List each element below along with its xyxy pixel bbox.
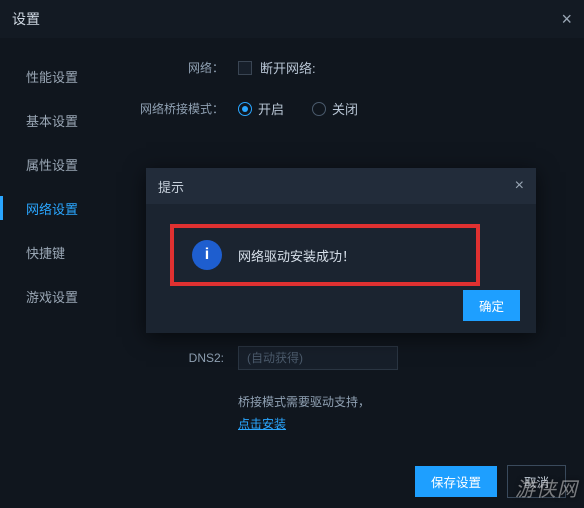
checkbox-icon bbox=[238, 61, 252, 75]
modal-message: 网络驱动安装成功！ bbox=[238, 246, 355, 265]
sidebar-item-label: 性能设置 bbox=[26, 67, 78, 86]
sidebar-item-performance[interactable]: 性能设置 bbox=[0, 54, 128, 98]
row-dns2: DNS2: bbox=[138, 346, 556, 370]
info-modal: 提示 × i 网络驱动安装成功！ 确定 bbox=[146, 168, 536, 333]
highlight-box: i 网络驱动安装成功！ bbox=[170, 224, 480, 286]
hint-text: 桥接模式需要驱动支持， bbox=[238, 395, 370, 409]
settings-window: 设置 × 性能设置 基本设置 属性设置 网络设置 快捷键 游戏设置 bbox=[0, 0, 584, 508]
info-icon: i bbox=[192, 240, 222, 270]
footer-buttons: 保存设置 取消 bbox=[415, 465, 566, 498]
radio-label: 关闭 bbox=[332, 99, 358, 118]
modal-titlebar: 提示 × bbox=[146, 168, 536, 204]
bridge-hint: 桥接模式需要驱动支持， 点击安装 bbox=[238, 392, 370, 435]
label-dns2: DNS2: bbox=[138, 351, 238, 365]
row-bridge-mode: 网络桥接模式： 开启 关闭 bbox=[138, 99, 556, 118]
radio-off[interactable]: 关闭 bbox=[312, 99, 358, 118]
modal-close-icon[interactable]: × bbox=[515, 177, 524, 195]
radio-label: 开启 bbox=[258, 99, 284, 118]
modal-body: i 网络驱动安装成功！ bbox=[146, 204, 536, 296]
sidebar-item-property[interactable]: 属性设置 bbox=[0, 142, 128, 186]
titlebar: 设置 × bbox=[0, 0, 584, 38]
modal-ok-button[interactable]: 确定 bbox=[463, 290, 520, 321]
radio-on[interactable]: 开启 bbox=[238, 99, 284, 118]
checkbox-label: 断开网络: bbox=[260, 58, 316, 77]
sidebar-item-game[interactable]: 游戏设置 bbox=[0, 274, 128, 318]
dns2-input[interactable] bbox=[238, 346, 398, 370]
cancel-button[interactable]: 取消 bbox=[507, 465, 566, 498]
sidebar-item-network[interactable]: 网络设置 bbox=[0, 186, 128, 230]
install-link[interactable]: 点击安装 bbox=[238, 417, 286, 431]
row-hint: 桥接模式需要驱动支持， 点击安装 bbox=[138, 392, 556, 435]
sidebar-item-label: 快捷键 bbox=[26, 243, 65, 262]
window-close-icon[interactable]: × bbox=[561, 9, 572, 30]
sidebar: 性能设置 基本设置 属性设置 网络设置 快捷键 游戏设置 bbox=[0, 38, 128, 508]
row-network: 网络： 断开网络: bbox=[138, 58, 556, 77]
label-bridge: 网络桥接模式： bbox=[138, 100, 238, 117]
sidebar-item-shortcut[interactable]: 快捷键 bbox=[0, 230, 128, 274]
sidebar-item-basic[interactable]: 基本设置 bbox=[0, 98, 128, 142]
disconnect-checkbox[interactable]: 断开网络: bbox=[238, 58, 316, 77]
modal-footer: 确定 bbox=[463, 290, 520, 321]
sidebar-item-label: 游戏设置 bbox=[26, 287, 78, 306]
radio-dot-icon bbox=[312, 102, 326, 116]
save-button[interactable]: 保存设置 bbox=[415, 466, 497, 497]
window-title: 设置 bbox=[12, 9, 40, 29]
sidebar-item-label: 网络设置 bbox=[26, 199, 78, 218]
radio-dot-icon bbox=[238, 102, 252, 116]
sidebar-item-label: 属性设置 bbox=[26, 155, 78, 174]
sidebar-item-label: 基本设置 bbox=[26, 111, 78, 130]
label-network: 网络： bbox=[138, 59, 238, 76]
info-glyph: i bbox=[205, 246, 209, 264]
modal-title-text: 提示 bbox=[158, 177, 184, 196]
bridge-radio-group: 开启 关闭 bbox=[238, 99, 358, 118]
